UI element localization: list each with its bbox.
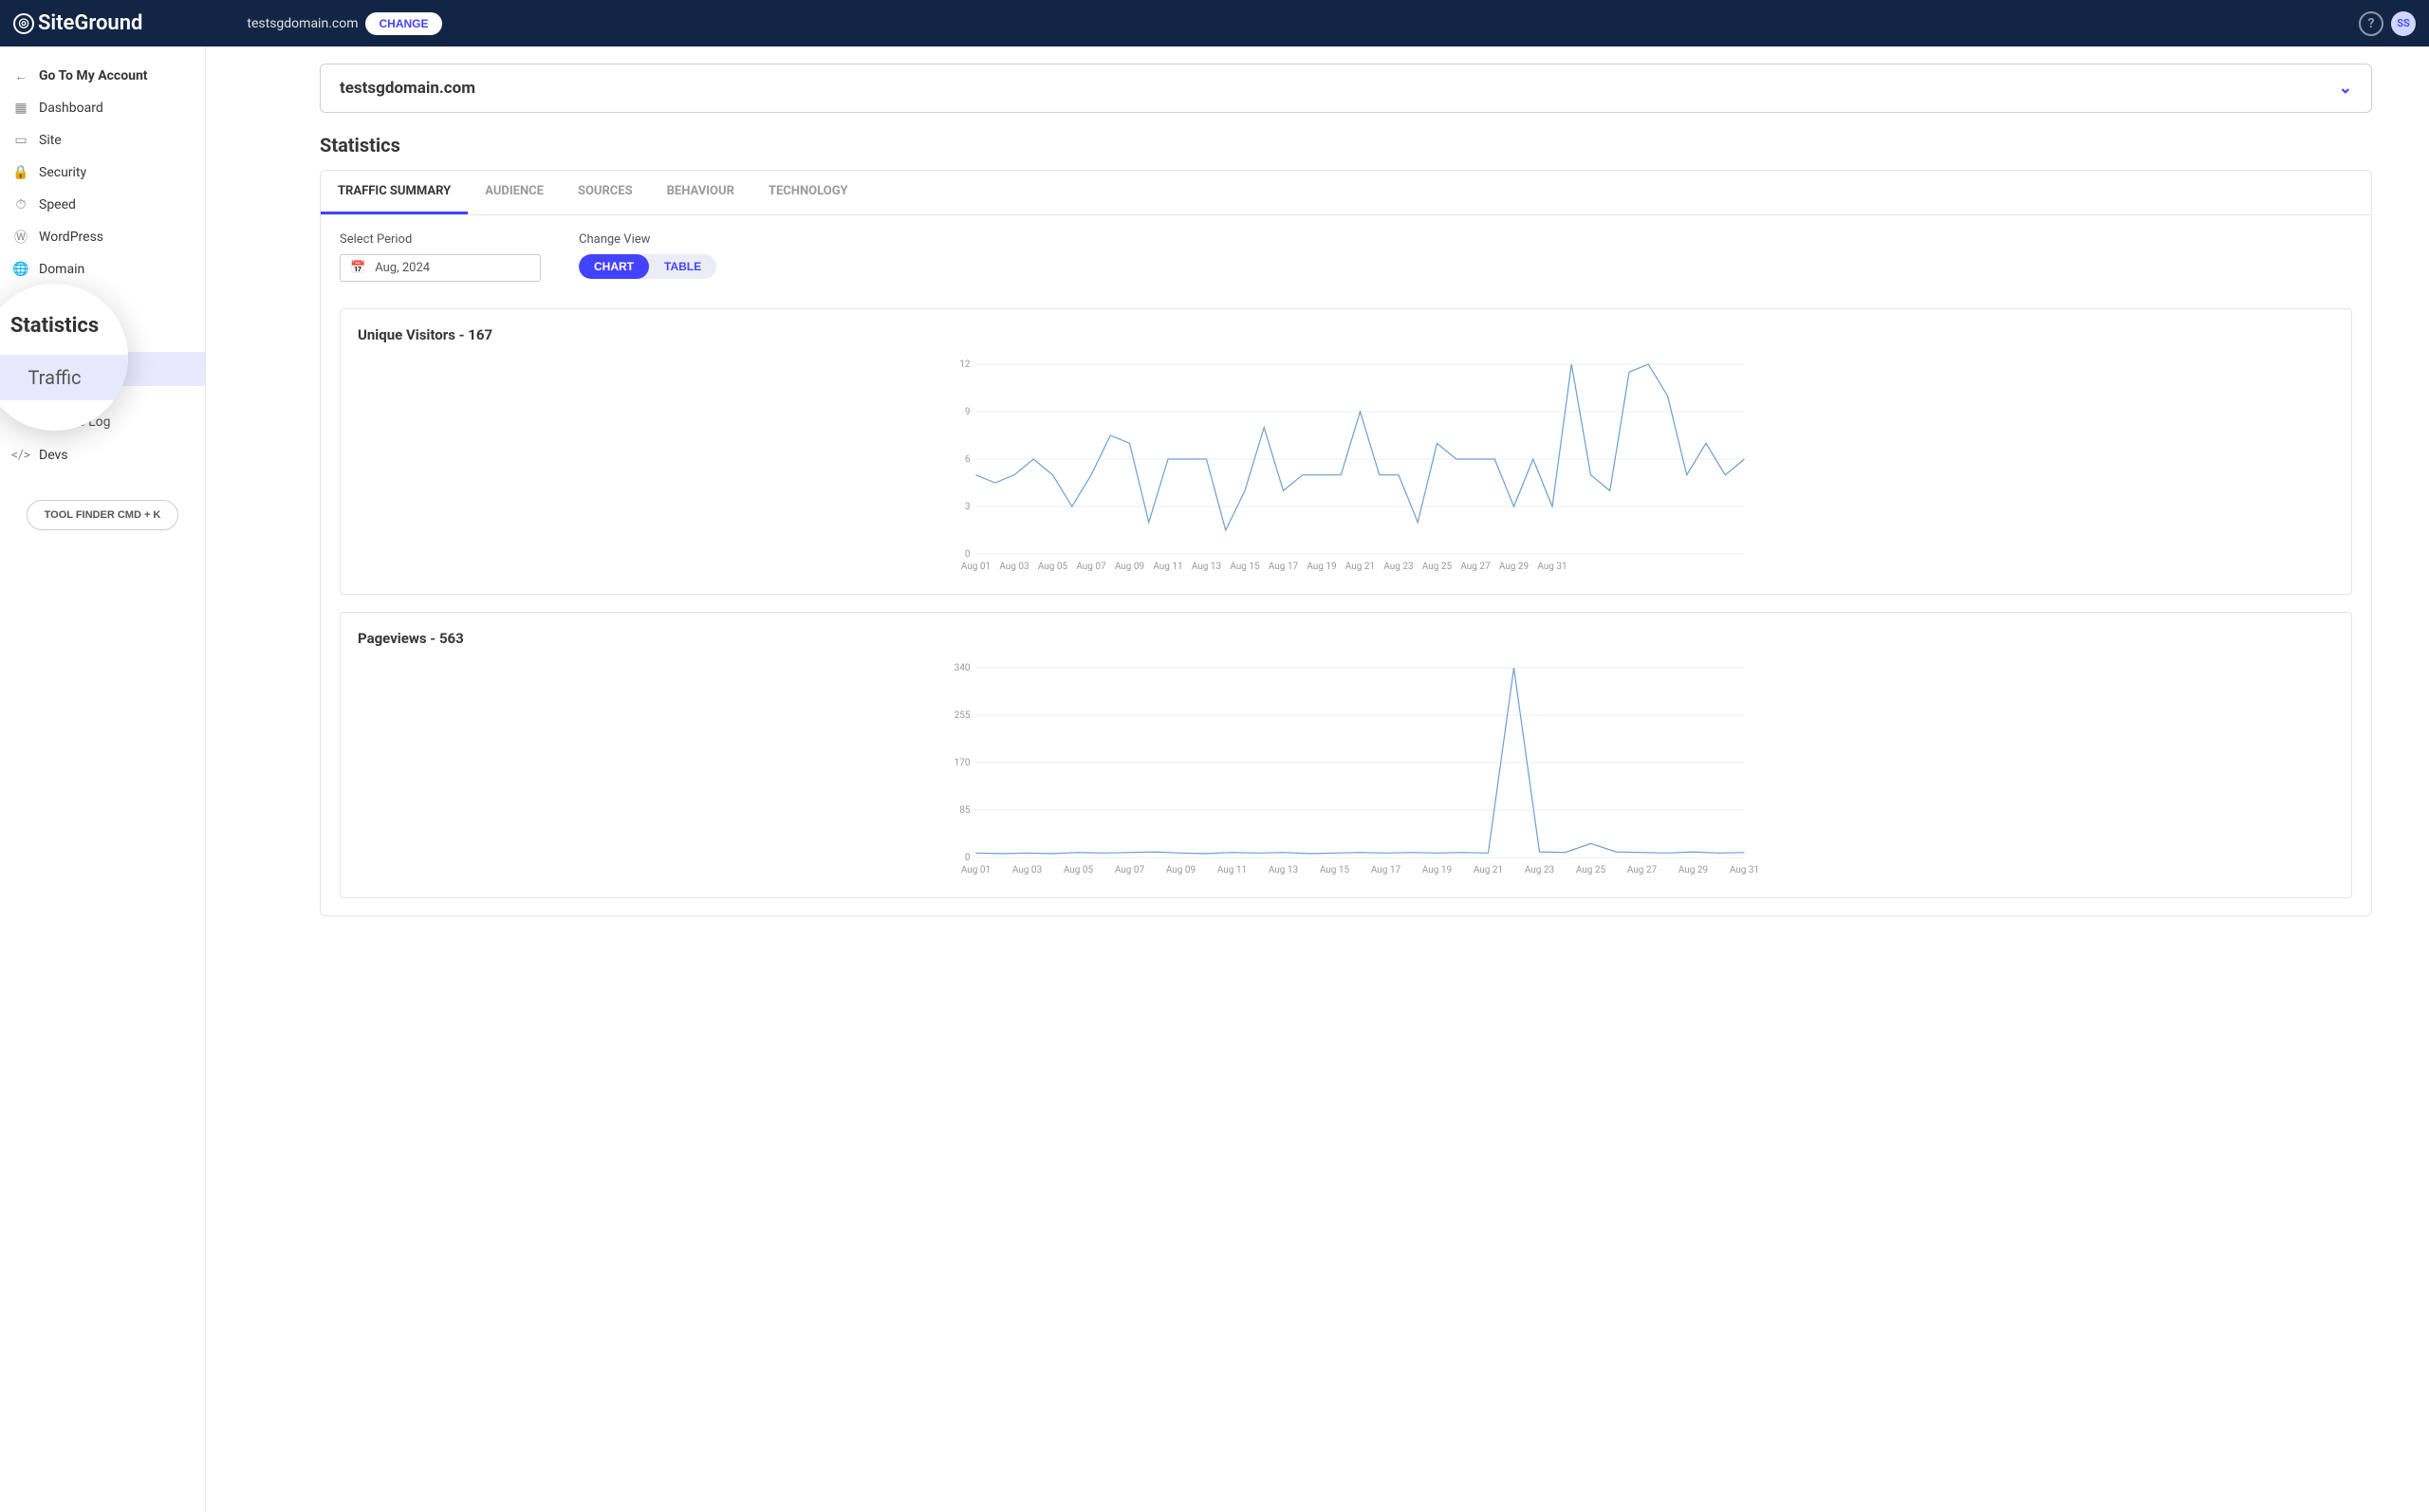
- page-title: Statistics: [320, 134, 2372, 157]
- sidebar-item-devs[interactable]: </>Devs: [0, 439, 205, 471]
- sidebar-item-domain[interactable]: 🌐Domain: [0, 253, 205, 286]
- sidebar: ← Go To My Account ▦Dashboard ▭Site 🔒Sec…: [0, 46, 206, 1512]
- statistics-card: TRAFFIC SUMMARY AUDIENCE SOURCES BEHAVIO…: [320, 170, 2372, 916]
- svg-text:Aug 27: Aug 27: [1460, 562, 1491, 572]
- lock-icon: 🔒: [13, 165, 28, 180]
- chart-pageviews: Pageviews - 563 0 85 170 255 340 Aug 01 Aug 03…: [340, 612, 2352, 898]
- chart-title-uv: Unique Visitors - 167: [358, 326, 2334, 343]
- svg-text:0: 0: [965, 853, 971, 863]
- wordpress-icon: Ⓦ: [13, 230, 28, 245]
- svg-text:Aug 19: Aug 19: [1422, 865, 1452, 876]
- svg-text:Aug 05: Aug 05: [1064, 865, 1094, 876]
- magnify-statistics: Statistics: [10, 314, 99, 338]
- change-domain-button[interactable]: CHANGE: [365, 12, 441, 35]
- svg-text:Aug 31: Aug 31: [1537, 562, 1567, 572]
- svg-text:Aug 05: Aug 05: [1038, 562, 1068, 572]
- svg-text:Aug 25: Aug 25: [1422, 562, 1453, 572]
- svg-text:Aug 29: Aug 29: [1499, 562, 1529, 572]
- sidebar-back[interactable]: ← Go To My Account: [0, 60, 205, 92]
- svg-text:Aug 27: Aug 27: [1627, 865, 1658, 876]
- domain-select-dropdown[interactable]: testsgdomain.com ⌄: [320, 64, 2372, 113]
- view-toggle: CHART TABLE: [579, 254, 716, 279]
- svg-text:Aug 21: Aug 21: [1474, 865, 1503, 876]
- svg-text:85: 85: [959, 805, 971, 816]
- code-icon: </>: [13, 448, 28, 463]
- svg-text:0: 0: [965, 549, 971, 560]
- svg-text:Aug 07: Aug 07: [1076, 562, 1106, 572]
- tab-behaviour[interactable]: BEHAVIOUR: [650, 171, 751, 214]
- current-domain: testsgdomain.com: [247, 16, 358, 31]
- svg-text:Aug 15: Aug 15: [1320, 865, 1350, 876]
- tab-traffic-summary[interactable]: TRAFFIC SUMMARY: [321, 171, 468, 214]
- svg-text:Aug 13: Aug 13: [1192, 562, 1221, 572]
- help-icon[interactable]: ?: [2359, 11, 2383, 36]
- svg-text:Aug 15: Aug 15: [1230, 562, 1260, 572]
- chevron-down-icon: ⌄: [2339, 79, 2352, 98]
- arrow-left-icon: ←: [13, 68, 28, 83]
- svg-text:Aug 03: Aug 03: [999, 562, 1029, 572]
- svg-text:Aug 13: Aug 13: [1269, 865, 1298, 876]
- svg-text:Aug 11: Aug 11: [1217, 865, 1247, 876]
- logo[interactable]: ◎ SiteGround: [13, 11, 142, 35]
- calendar-icon: 📅: [350, 261, 365, 275]
- svg-text:340: 340: [955, 663, 971, 673]
- select-period-label: Select Period: [340, 232, 541, 247]
- svg-text:Aug 11: Aug 11: [1153, 562, 1182, 572]
- tab-sources[interactable]: SOURCES: [561, 171, 650, 214]
- logo-icon: ◎: [13, 13, 34, 34]
- window-icon: ▭: [13, 133, 28, 148]
- sidebar-item-wordpress[interactable]: ⓌWordPress: [0, 221, 205, 253]
- svg-text:Aug 17: Aug 17: [1371, 865, 1401, 876]
- grid-icon: ▦: [13, 101, 28, 116]
- svg-text:12: 12: [959, 360, 971, 370]
- svg-text:Aug 09: Aug 09: [1115, 562, 1144, 572]
- svg-text:9: 9: [965, 407, 971, 417]
- main-content: testsgdomain.com ⌄ Statistics TRAFFIC SU…: [206, 46, 2429, 1512]
- change-view-label: Change View: [579, 232, 716, 247]
- svg-text:Aug 23: Aug 23: [1383, 562, 1413, 572]
- svg-text:Aug 23: Aug 23: [1525, 865, 1554, 876]
- sidebar-item-security[interactable]: 🔒Security: [0, 157, 205, 189]
- view-chart-button[interactable]: CHART: [579, 254, 649, 279]
- period-input[interactable]: 📅 Aug, 2024: [340, 254, 541, 282]
- svg-text:Aug 29: Aug 29: [1678, 865, 1708, 876]
- svg-text:6: 6: [965, 454, 971, 465]
- svg-text:Aug 07: Aug 07: [1115, 865, 1145, 876]
- tab-technology[interactable]: TECHNOLOGY: [751, 171, 865, 214]
- tabs: TRAFFIC SUMMARY AUDIENCE SOURCES BEHAVIO…: [321, 171, 2371, 215]
- svg-text:Aug 09: Aug 09: [1166, 865, 1196, 876]
- chart-svg-pv: 0 85 170 255 340 Aug 01 Aug 03 Aug 05 Aug 07 Aug …: [358, 658, 2334, 876]
- svg-text:Aug 31: Aug 31: [1730, 865, 1759, 876]
- tab-audience[interactable]: AUDIENCE: [468, 171, 561, 214]
- tool-finder-button[interactable]: TOOL FINDER CMD + K: [27, 500, 179, 530]
- globe-icon: 🌐: [13, 262, 28, 277]
- svg-text:Aug 03: Aug 03: [1012, 865, 1042, 876]
- topbar: ◎ SiteGround testsgdomain.com CHANGE ? S…: [0, 0, 2429, 46]
- svg-text:Aug 01: Aug 01: [961, 865, 991, 876]
- svg-text:255: 255: [955, 710, 971, 721]
- svg-text:Aug 19: Aug 19: [1307, 562, 1336, 572]
- domain-bar: testsgdomain.com CHANGE: [247, 12, 441, 35]
- sidebar-item-dashboard[interactable]: ▦Dashboard: [0, 92, 205, 124]
- svg-text:3: 3: [965, 502, 971, 512]
- logo-text: SiteGround: [38, 11, 142, 35]
- svg-text:170: 170: [955, 758, 971, 768]
- svg-text:Aug 01: Aug 01: [961, 562, 991, 572]
- chart-unique-visitors: Unique Visitors - 167 0 3 6 9 12 Aug 01 Aug 03…: [340, 308, 2352, 595]
- svg-text:Aug 17: Aug 17: [1269, 562, 1299, 572]
- svg-text:Aug 25: Aug 25: [1576, 865, 1606, 876]
- avatar[interactable]: SS: [2391, 11, 2416, 36]
- chart-title-pv: Pageviews - 563: [358, 630, 2334, 647]
- svg-text:Aug 21: Aug 21: [1345, 562, 1375, 572]
- sidebar-item-speed[interactable]: ⏱Speed: [0, 189, 205, 221]
- sidebar-item-site[interactable]: ▭Site: [0, 124, 205, 157]
- view-table-button[interactable]: TABLE: [649, 254, 716, 279]
- chart-svg-uv: 0 3 6 9 12 Aug 01 Aug 03 Aug 05 Aug 07 Aug 09 Aug …: [358, 355, 2334, 573]
- magnify-traffic: Traffic: [0, 355, 128, 400]
- gauge-icon: ⏱: [13, 197, 28, 212]
